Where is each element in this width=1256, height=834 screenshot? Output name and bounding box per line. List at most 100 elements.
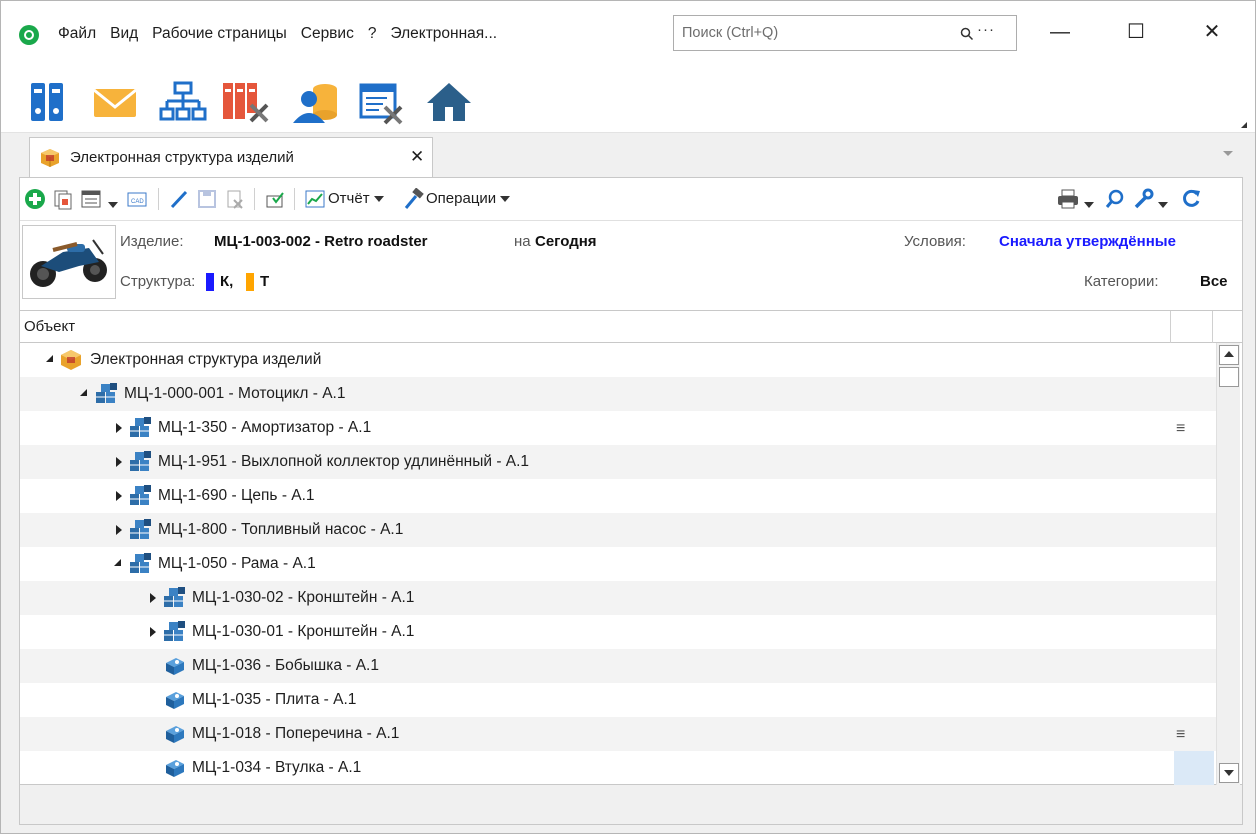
tree-row[interactable]: МЦ-1-000-001 - Мотоцикл - А.1 xyxy=(20,377,1216,411)
table-view-dropdown[interactable] xyxy=(108,196,118,218)
toolbar-collapse-grip[interactable] xyxy=(1241,122,1247,128)
collapse-triangle-icon[interactable] xyxy=(46,355,53,362)
report-chart-icon[interactable] xyxy=(304,188,326,210)
tree-row[interactable]: МЦ-1-030-02 - Кронштейн - А.1 xyxy=(20,581,1216,615)
vertical-scrollbar[interactable] xyxy=(1216,343,1240,785)
assembly-icon xyxy=(94,383,118,405)
structure-k[interactable]: К, xyxy=(220,273,233,290)
mail-icon[interactable] xyxy=(91,79,139,125)
save-icon[interactable] xyxy=(196,188,218,210)
minimize-button[interactable]: — xyxy=(1037,17,1083,47)
product-value[interactable]: МЦ-1-003-002 - Retro roadster xyxy=(214,233,428,250)
assembly-icon xyxy=(128,485,152,507)
user-database-icon[interactable] xyxy=(291,79,339,125)
app-logo-icon[interactable] xyxy=(19,25,39,45)
maximize-button[interactable]: ☐ xyxy=(1113,17,1159,47)
find-icon[interactable] xyxy=(1104,188,1126,210)
column-divider xyxy=(1170,311,1171,343)
categories-value[interactable]: Все xyxy=(1200,273,1228,290)
expand-triangle-icon[interactable] xyxy=(116,457,122,467)
table-view-icon[interactable] xyxy=(80,188,102,210)
command-toolbar: CAD Отчёт Операции xyxy=(20,178,1242,220)
structure-t[interactable]: Т xyxy=(260,273,269,290)
home-icon[interactable] xyxy=(425,79,473,125)
scroll-down-button[interactable] xyxy=(1219,763,1239,783)
structure-label: Структура: xyxy=(120,273,196,290)
tree-row-label: МЦ-1-036 - Бобышка - А.1 xyxy=(192,657,379,674)
date-value[interactable]: Сегодня xyxy=(535,233,597,250)
toolbar-separator xyxy=(158,188,159,210)
tree-row[interactable]: МЦ-1-034 - Втулка - А.1 xyxy=(20,751,1216,785)
part-icon xyxy=(162,723,186,745)
tree-row[interactable]: МЦ-1-050 - Рама - А.1 xyxy=(20,547,1216,581)
menu-service[interactable]: Сервис xyxy=(294,25,361,43)
menu-help[interactable]: ? xyxy=(361,25,384,43)
refresh-icon[interactable] xyxy=(1180,188,1202,210)
tree-row[interactable]: МЦ-1-951 - Выхлопной коллектор удлинённы… xyxy=(20,445,1216,479)
menu-electronic[interactable]: Электронная... xyxy=(383,25,504,43)
document-settings-icon[interactable] xyxy=(357,79,405,125)
tree-row[interactable]: МЦ-1-018 - Поперечина - А.1 ≡ xyxy=(20,717,1216,751)
tree-row[interactable]: Электронная структура изделий xyxy=(20,343,1216,377)
binders-icon[interactable] xyxy=(25,79,73,125)
settings-dropdown[interactable] xyxy=(1158,196,1168,218)
conditions-label: Условия: xyxy=(904,233,966,250)
part-icon xyxy=(162,689,186,711)
toolbar-separator xyxy=(294,188,295,210)
part-icon xyxy=(162,655,186,677)
expand-triangle-icon[interactable] xyxy=(150,593,156,603)
tree-row-label: МЦ-1-030-01 - Кронштейн - А.1 xyxy=(192,623,415,640)
folder-icon xyxy=(60,349,84,371)
expand-triangle-icon[interactable] xyxy=(150,627,156,637)
part-icon xyxy=(162,757,186,779)
product-thumbnail[interactable] xyxy=(22,225,116,299)
categories-label: Категории: xyxy=(1084,273,1159,290)
cad-icon[interactable]: CAD xyxy=(126,188,148,210)
print-dropdown[interactable] xyxy=(1084,196,1094,218)
tree-row[interactable]: МЦ-1-036 - Бобышка - А.1 xyxy=(20,649,1216,683)
row-menu-icon[interactable]: ≡ xyxy=(1176,726,1185,744)
collapse-triangle-icon[interactable] xyxy=(80,389,87,396)
hammer-icon[interactable] xyxy=(402,188,424,210)
column-object[interactable]: Объект xyxy=(24,318,75,335)
search-options-button[interactable]: ··· xyxy=(977,21,995,38)
conditions-value[interactable]: Сначала утверждённые xyxy=(999,233,1176,250)
edit-pencil-icon[interactable] xyxy=(168,188,190,210)
search-input[interactable]: Поиск (Ctrl+Q) xyxy=(682,25,778,41)
expand-triangle-icon[interactable] xyxy=(116,423,122,433)
column-divider xyxy=(1212,311,1213,343)
menu-view[interactable]: Вид xyxy=(103,25,145,43)
row-menu-icon[interactable]: ≡ xyxy=(1176,420,1185,438)
report-button[interactable]: Отчёт xyxy=(328,190,384,207)
copy-document-icon[interactable] xyxy=(52,188,74,210)
scroll-thumb[interactable] xyxy=(1219,367,1239,387)
search-box[interactable]: Поиск (Ctrl+Q) ··· xyxy=(673,15,1017,51)
tree-row-label: МЦ-1-690 - Цепь - А.1 xyxy=(158,487,315,504)
wrench-icon[interactable] xyxy=(1132,188,1154,210)
delete-document-icon[interactable] xyxy=(224,188,246,210)
search-icon[interactable] xyxy=(960,27,974,41)
expand-triangle-icon[interactable] xyxy=(116,491,122,501)
print-icon[interactable] xyxy=(1056,188,1080,210)
scroll-up-button[interactable] xyxy=(1219,345,1239,365)
tab-list-dropdown[interactable] xyxy=(1223,151,1233,156)
menu-file[interactable]: Файл xyxy=(51,25,103,43)
tree-row[interactable]: МЦ-1-690 - Цепь - А.1 xyxy=(20,479,1216,513)
check-document-icon[interactable] xyxy=(264,188,286,210)
tree-row[interactable]: МЦ-1-800 - Топливный насос - А.1 xyxy=(20,513,1216,547)
operations-button[interactable]: Операции xyxy=(426,190,511,207)
selected-cell[interactable] xyxy=(1174,751,1214,785)
structure-tree-grid: Объект Электронная структура изделий МЦ-1… xyxy=(20,310,1242,786)
tab-close-button[interactable]: ✕ xyxy=(410,147,424,167)
tree-row[interactable]: МЦ-1-350 - Амортизатор - А.1 ≡ xyxy=(20,411,1216,445)
archive-tools-icon[interactable] xyxy=(221,79,269,125)
org-structure-icon[interactable] xyxy=(159,79,207,125)
close-button[interactable]: ✕ xyxy=(1189,17,1235,47)
expand-triangle-icon[interactable] xyxy=(116,525,122,535)
collapse-triangle-icon[interactable] xyxy=(114,559,121,566)
add-icon[interactable] xyxy=(24,188,46,210)
tree-row[interactable]: МЦ-1-035 - Плита - А.1 xyxy=(20,683,1216,717)
tab-electronic-structure[interactable]: Электронная структура изделий ✕ xyxy=(29,137,433,177)
menu-workpages[interactable]: Рабочие страницы xyxy=(145,25,294,43)
tree-row[interactable]: МЦ-1-030-01 - Кронштейн - А.1 xyxy=(20,615,1216,649)
